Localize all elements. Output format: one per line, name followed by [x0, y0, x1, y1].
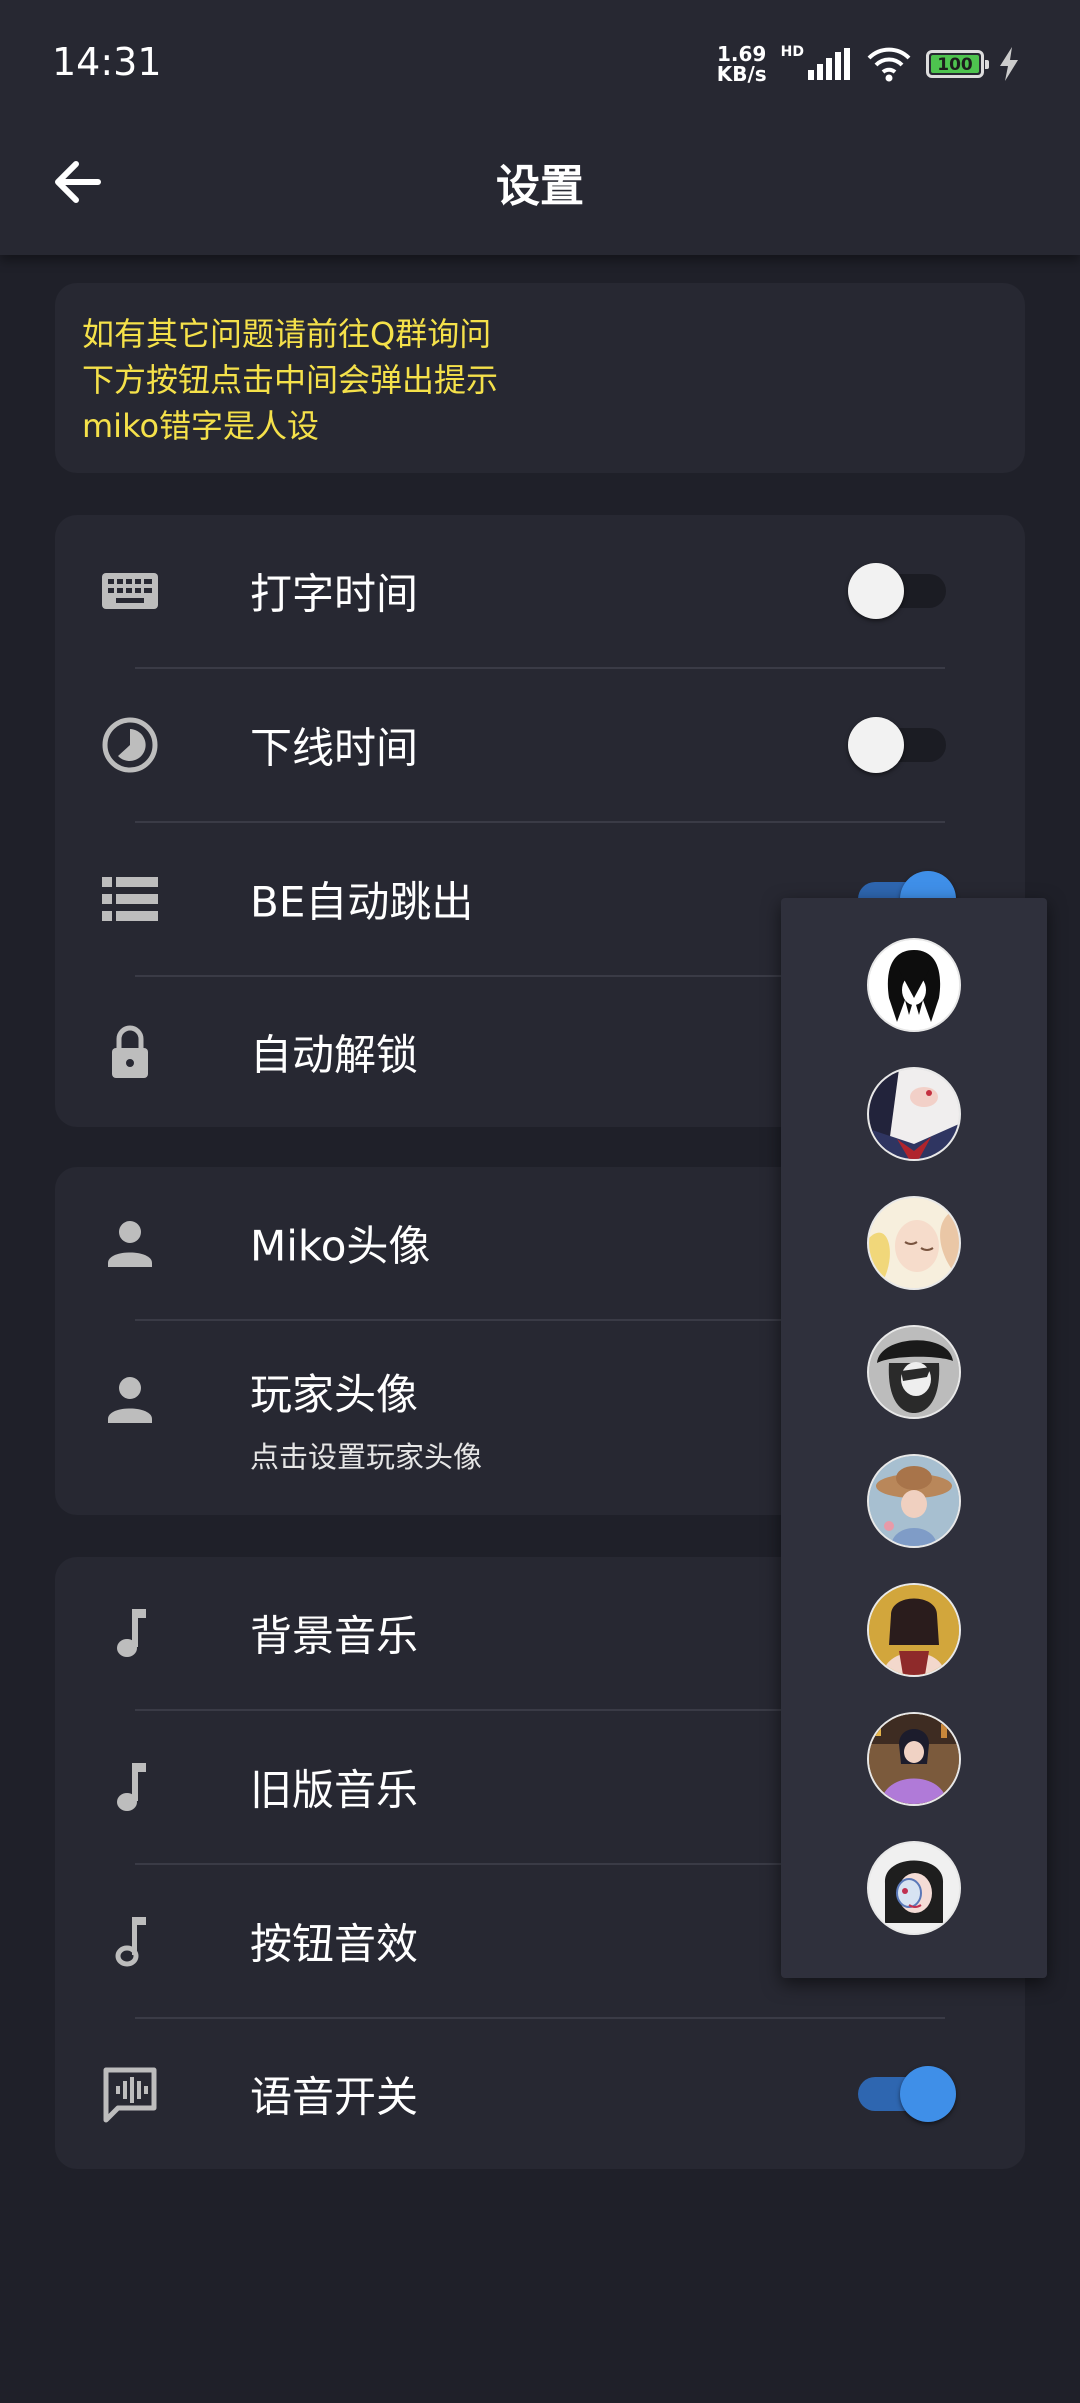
hd-label: HD	[780, 44, 804, 60]
battery-icon: 100	[926, 50, 989, 78]
setting-typing-time[interactable]: 打字时间	[55, 515, 1025, 667]
music-note-icon	[117, 1763, 146, 1811]
status-icons: 1.69 KB/s HD 100	[717, 44, 1020, 84]
avatar-blonde-sleeping	[869, 1198, 959, 1288]
avatar-picker-popup	[781, 898, 1047, 1978]
avatar-hat-girl	[869, 1327, 959, 1417]
avatar-straw-hat	[869, 1456, 959, 1546]
person-icon	[108, 1377, 152, 1423]
offline-time-toggle[interactable]	[848, 717, 950, 773]
battery-level: 100	[931, 55, 979, 75]
avatar-option-5[interactable]	[867, 1454, 961, 1548]
charging-bolt-icon	[1000, 47, 1018, 81]
lock-icon	[112, 1025, 148, 1078]
auto-unlock-label: 自动解锁	[250, 1030, 419, 1080]
voice-toggle[interactable]	[854, 2066, 956, 2122]
avatar-option-7[interactable]	[867, 1712, 961, 1806]
music-note-icon	[117, 1609, 146, 1657]
button-sfx-label: 按钮音效	[250, 1919, 419, 1969]
status-time: 14:31	[52, 40, 162, 84]
miko-avatar-label: Miko头像	[250, 1221, 431, 1271]
be-auto-skip-label: BE自动跳出	[250, 877, 474, 927]
person-icon	[108, 1221, 152, 1267]
player-avatar-hint: 点击设置玩家头像	[250, 1440, 483, 1474]
top-bar: 14:31 1.69 KB/s HD 100 设置	[0, 0, 1080, 255]
page-title: 设置	[496, 161, 584, 212]
keyboard-icon	[102, 573, 158, 609]
avatar-back-view	[869, 1585, 959, 1675]
voice-label: 语音开关	[250, 2072, 419, 2122]
notice-line: 如有其它问题请前往Q群询问	[82, 315, 492, 353]
setting-offline-time[interactable]: 下线时间	[55, 669, 1025, 821]
typing-time-toggle[interactable]	[848, 563, 950, 619]
music-note-outline-icon	[115, 1917, 146, 1967]
signal-icon	[808, 48, 850, 80]
offline-time-label: 下线时间	[250, 723, 419, 773]
old-music-label: 旧版音乐	[250, 1765, 419, 1815]
avatar-option-2[interactable]	[867, 1067, 961, 1161]
player-avatar-label: 玩家头像	[250, 1370, 419, 1419]
avatar-silhouette-dark-hair	[869, 940, 959, 1030]
avatar-option-6[interactable]	[867, 1583, 961, 1677]
notice-line: 下方按钮点击中间会弹出提示	[82, 361, 499, 399]
avatar-option-3[interactable]	[867, 1196, 961, 1290]
avatar-purple-shirt	[869, 1714, 959, 1804]
timer-icon	[102, 717, 158, 773]
wifi-icon	[867, 47, 911, 82]
avatar-option-8[interactable]	[867, 1841, 961, 1935]
list-icon	[102, 877, 158, 921]
avatar-sailor-uniform	[869, 1069, 959, 1159]
setting-voice[interactable]: 语音开关	[55, 2019, 1025, 2169]
avatar-mask-girl	[869, 1843, 959, 1933]
avatar-option-4[interactable]	[867, 1325, 961, 1419]
notice-line: miko错字是人设	[82, 407, 320, 445]
network-speed: 1.69 KB/s	[716, 42, 767, 86]
notice-card: 如有其它问题请前往Q群询问 下方按钮点击中间会弹出提示 miko错字是人设	[55, 283, 1025, 473]
bg-music-label: 背景音乐	[250, 1611, 419, 1661]
voice-message-icon	[103, 2067, 157, 2123]
avatar-option-1[interactable]	[867, 938, 961, 1032]
typing-time-label: 打字时间	[250, 569, 419, 619]
